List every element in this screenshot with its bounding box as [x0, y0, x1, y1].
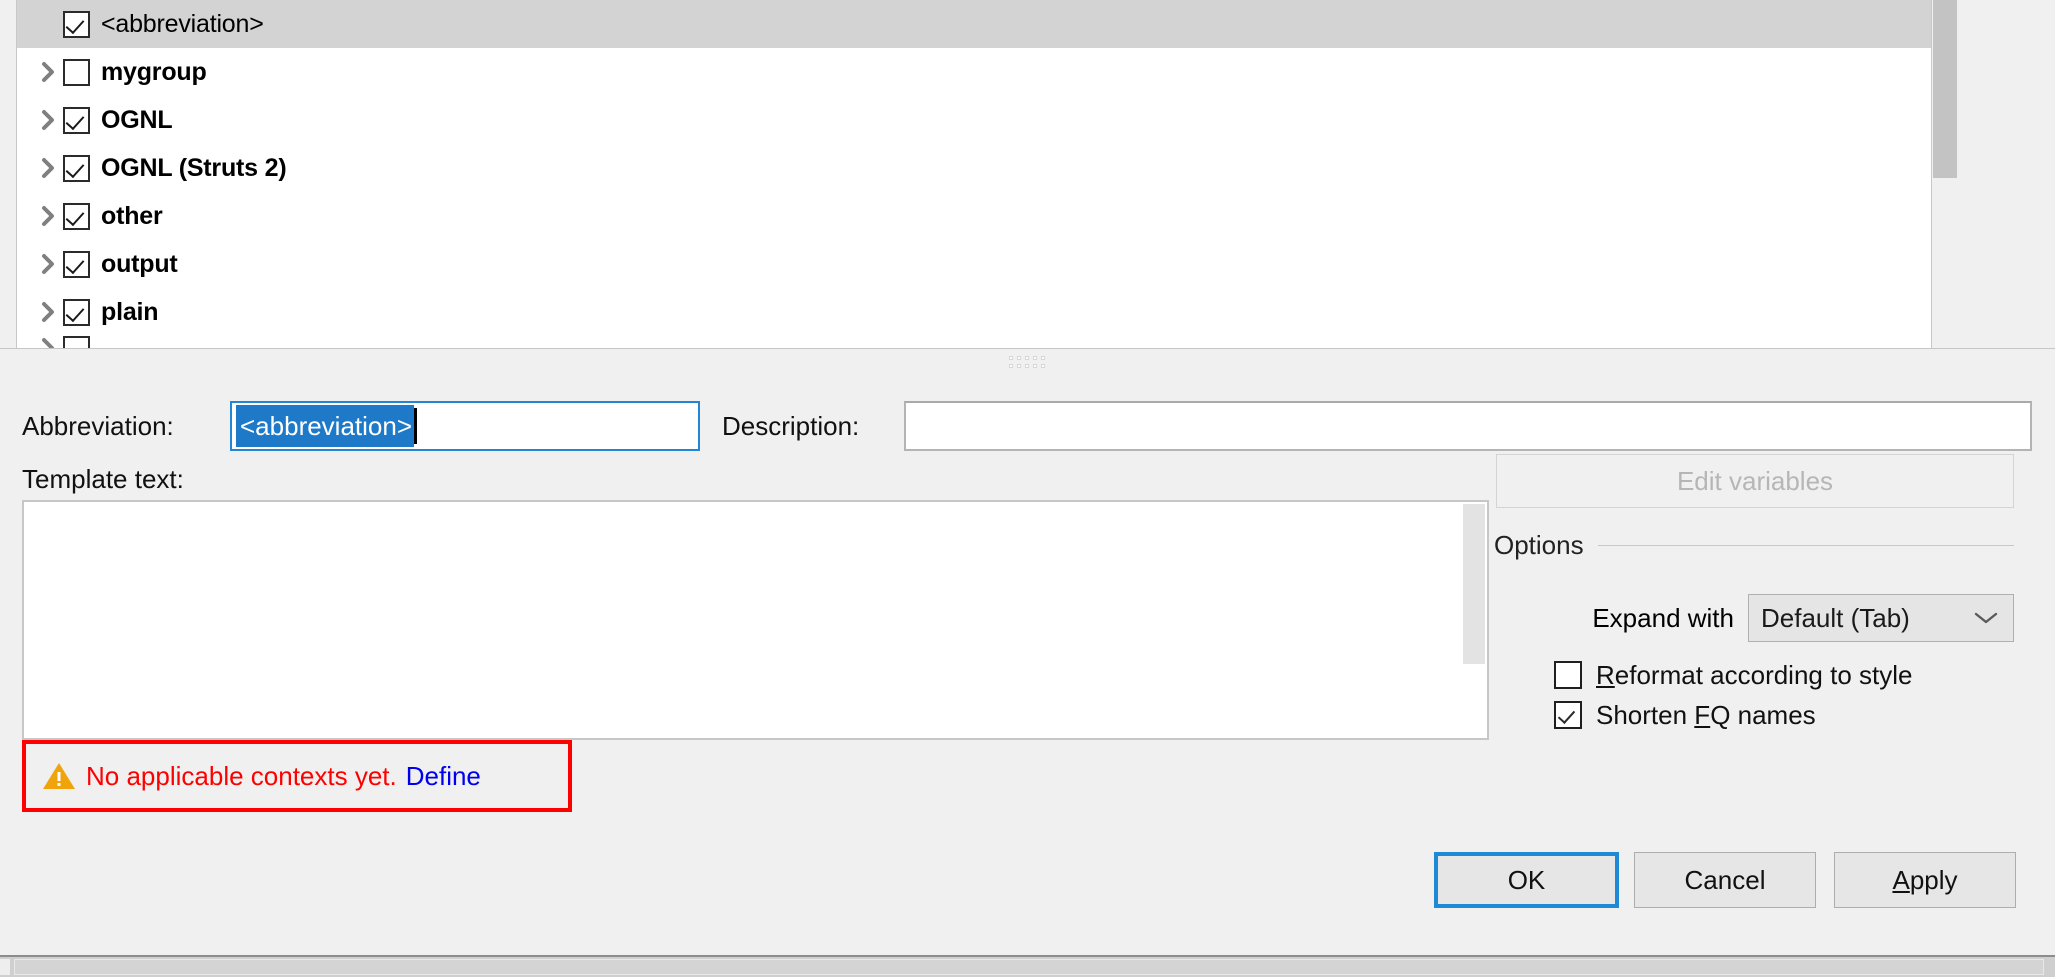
tree-checkbox-output[interactable]	[63, 250, 90, 278]
description-label: Description:	[722, 411, 860, 441]
window-horizontal-scrollbar-thumb[interactable]	[14, 959, 2044, 975]
text-caret	[414, 408, 418, 444]
tree-row-ognl[interactable]: OGNL	[17, 96, 1931, 144]
cancel-button[interactable]: Cancel	[1634, 852, 1816, 908]
expand-with-dropdown[interactable]: Default (Tab)	[1748, 594, 2014, 642]
tree-checkbox-plain[interactable]	[63, 298, 90, 326]
warning-triangle-icon	[42, 759, 76, 793]
scrollbar-left-cap	[0, 959, 10, 975]
tree-checkbox-mygroup[interactable]	[63, 58, 90, 86]
expand-with-row: Expand with Default (Tab)	[1494, 594, 2014, 642]
template-text-editor[interactable]	[22, 500, 1489, 740]
abbreviation-row: Abbreviation: <abbreviation> Description…	[22, 400, 2032, 452]
tree-checkbox-partial[interactable]	[63, 336, 90, 348]
tree-row-output[interactable]: output	[17, 240, 1931, 288]
tree-label-other: other	[101, 201, 163, 230]
chevron-right-icon[interactable]	[33, 156, 63, 180]
tree-label-abbreviation: <abbreviation>	[101, 9, 264, 38]
tree-checkbox-ognl-struts2[interactable]	[63, 154, 90, 182]
chevron-right-icon[interactable]	[33, 252, 63, 276]
no-contexts-warning: No applicable contexts yet. Define	[22, 740, 572, 812]
tree-scrollbar-thumb[interactable]	[1933, 0, 1957, 178]
ok-button[interactable]: OK	[1434, 852, 1619, 908]
options-group-divider	[1597, 544, 2014, 546]
reformat-mnemonic: R	[1596, 659, 1615, 690]
live-templates-tree[interactable]: <abbreviation> mygroup OGNL OGNL (Struts…	[16, 0, 1931, 348]
reformat-checkbox[interactable]	[1554, 661, 1582, 689]
apply-label-rest: pply	[1909, 864, 1958, 895]
live-templates-tree-panel: <abbreviation> mygroup OGNL OGNL (Struts…	[0, 0, 2055, 348]
chevron-right-icon[interactable]	[33, 60, 63, 84]
shorten-fq-names-label: Shorten FQ names	[1596, 700, 1816, 731]
reformat-according-to-style-option[interactable]: Reformat according to style	[1554, 656, 1912, 694]
tree-checkbox-ognl[interactable]	[63, 106, 90, 134]
edit-variables-button[interactable]: Edit variables	[1496, 454, 2014, 508]
reformat-label: Reformat according to style	[1596, 660, 1912, 691]
window-horizontal-scrollbar[interactable]	[0, 955, 2055, 977]
shorten-mnemonic: F	[1694, 699, 1711, 730]
shorten-label-pre: Shorten	[1596, 699, 1695, 730]
tree-checkbox-abbreviation[interactable]	[63, 10, 90, 38]
template-text-scrollbar[interactable]	[1463, 504, 1485, 664]
chevron-right-icon[interactable]	[33, 204, 63, 228]
tree-scrollbar-track[interactable]	[1931, 0, 1957, 348]
expand-with-value: Default (Tab)	[1761, 602, 1910, 633]
tree-label-ognl-struts2: OGNL (Struts 2)	[101, 153, 287, 182]
tree-vertical-scrollbar[interactable]	[1931, 0, 1957, 348]
expand-with-label: Expand with	[1592, 602, 1734, 633]
template-settings-dialog: <abbreviation> mygroup OGNL OGNL (Struts…	[0, 0, 2055, 977]
tree-row-ognl-struts2[interactable]: OGNL (Struts 2)	[17, 144, 1931, 192]
template-text-label: Template text:	[22, 464, 184, 494]
chevron-down-icon	[1973, 610, 1999, 626]
shorten-label-rest: Q names	[1710, 699, 1816, 730]
description-input[interactable]	[904, 401, 2032, 451]
tree-checkbox-other[interactable]	[63, 202, 90, 230]
tree-row-partial[interactable]	[17, 336, 1931, 348]
chevron-right-icon[interactable]	[33, 336, 63, 348]
tree-label-output: output	[101, 249, 178, 278]
tree-label-plain: plain	[101, 297, 159, 326]
shorten-fq-names-option[interactable]: Shorten FQ names	[1554, 696, 1816, 734]
chevron-right-icon[interactable]	[33, 108, 63, 132]
options-group-title: Options	[1494, 529, 1584, 560]
tree-row-other[interactable]: other	[17, 192, 1931, 240]
abbreviation-input[interactable]: <abbreviation>	[230, 401, 700, 451]
tree-label-ognl: OGNL	[101, 105, 173, 134]
abbreviation-selected-text: <abbreviation>	[236, 405, 415, 447]
apply-mnemonic: A	[1892, 864, 1910, 895]
chevron-right-icon[interactable]	[33, 300, 63, 324]
panel-splitter[interactable]	[0, 348, 2055, 373]
options-group-header: Options	[1494, 530, 2014, 560]
shorten-fq-names-checkbox[interactable]	[1554, 701, 1582, 729]
splitter-grip-icon[interactable]	[1008, 356, 1047, 370]
template-editor-form: Abbreviation: <abbreviation> Description…	[0, 372, 2055, 977]
warning-message: No applicable contexts yet.	[86, 760, 397, 791]
tree-row-abbreviation[interactable]: <abbreviation>	[17, 0, 1931, 48]
abbreviation-label: Abbreviation:	[22, 411, 174, 441]
tree-label-mygroup: mygroup	[101, 57, 207, 86]
tree-left-gutter	[0, 0, 16, 348]
tree-right-margin	[1957, 0, 2055, 348]
define-context-link[interactable]: Define	[406, 761, 481, 792]
reformat-label-rest: eformat according to style	[1614, 659, 1913, 690]
tree-row-mygroup[interactable]: mygroup	[17, 48, 1931, 96]
apply-button[interactable]: Apply	[1834, 852, 2016, 908]
dialog-button-bar: OK Cancel Apply	[0, 844, 2055, 924]
tree-row-plain[interactable]: plain	[17, 288, 1931, 336]
